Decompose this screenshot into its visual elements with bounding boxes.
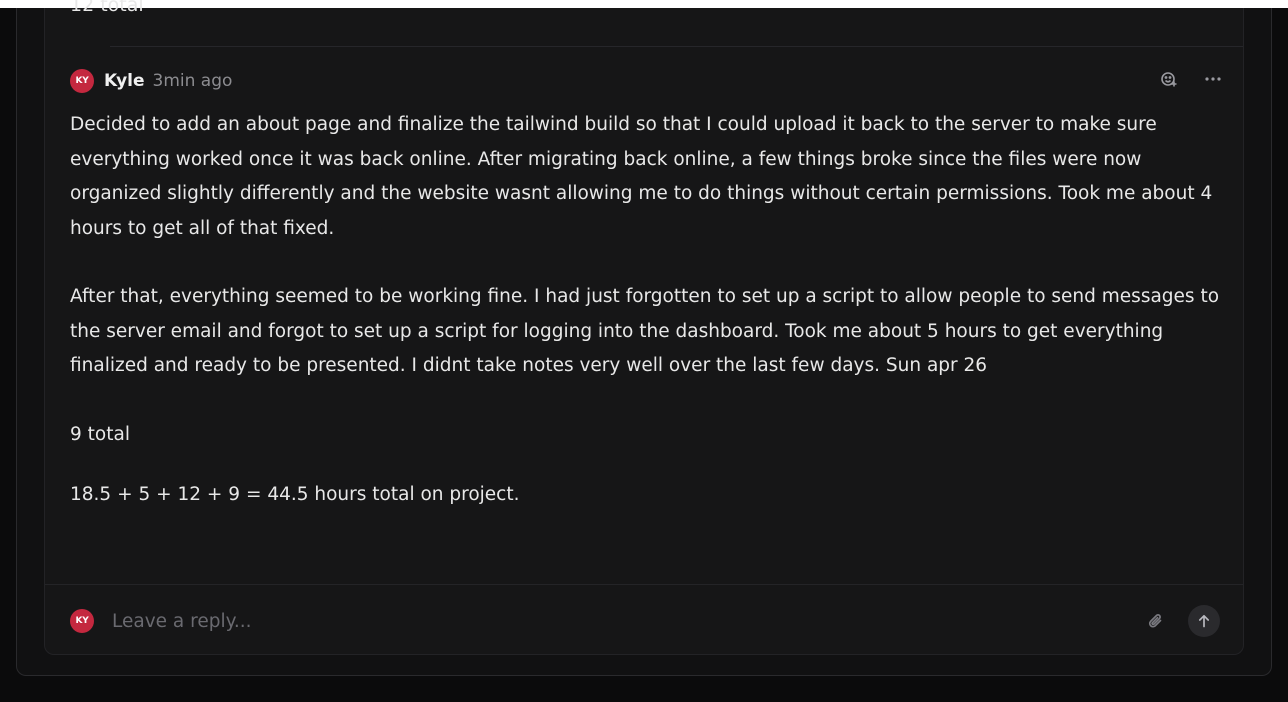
arrow-up-icon: [1198, 614, 1210, 628]
send-button[interactable]: [1188, 605, 1220, 637]
comment-body: Decided to add an about page and finaliz…: [70, 108, 1230, 513]
comment-paragraph: 9 total: [70, 423, 130, 445]
previous-comment-text: 12 total: [70, 0, 144, 16]
comment-author[interactable]: Kyle: [104, 71, 145, 91]
comment-paragraph: 18.5 + 5 + 12 + 9 = 44.5 hours total on …: [70, 484, 520, 505]
reply-divider: [45, 584, 1243, 585]
top-strip: [0, 0, 1288, 8]
avatar[interactable]: KY: [70, 69, 94, 93]
paperclip-icon[interactable]: [1142, 607, 1170, 635]
comment-paragraph: Decided to add an about page and finaliz…: [70, 114, 1213, 239]
emoji-add-icon[interactable]: [1156, 66, 1182, 92]
comment-separator: [110, 46, 1243, 47]
comment-timestamp[interactable]: 3min ago: [153, 71, 233, 91]
reply-input[interactable]: [110, 609, 1142, 633]
reply-composer: KY: [70, 604, 1220, 638]
avatar: KY: [70, 609, 94, 633]
more-horizontal-icon[interactable]: [1200, 66, 1226, 92]
comment-actions: [1156, 66, 1226, 92]
comment-header: KY Kyle 3min ago: [70, 68, 232, 94]
comment-paragraph: After that, everything seemed to be work…: [70, 286, 1220, 376]
